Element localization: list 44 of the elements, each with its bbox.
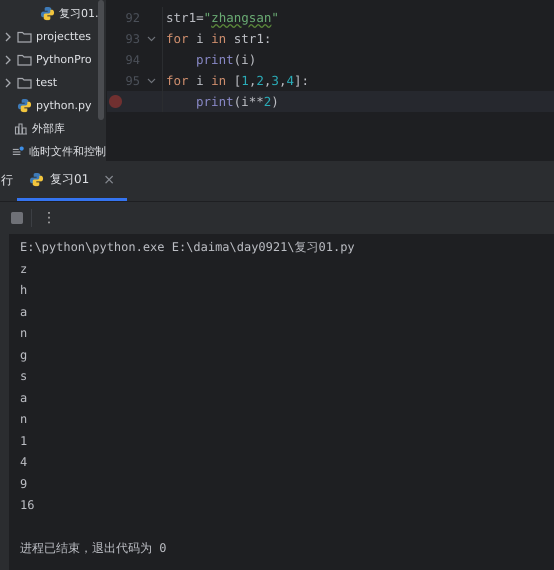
tree-item[interactable]: PythonPro [36, 53, 92, 66]
console-line: h [20, 283, 28, 297]
python-icon [17, 98, 32, 113]
console-line: E:\python\python.exe E:\daima\day0921\复习01.py [20, 240, 355, 254]
run-tab[interactable]: 复习01 × [17, 171, 128, 201]
tree-item[interactable]: 复习01. [59, 6, 98, 21]
tool-window-title: 行 [1, 172, 13, 189]
code-line: for i in [1,2,3,4]: [166, 73, 310, 88]
scratch-list-icon [12, 145, 25, 158]
console-line: n [20, 412, 28, 426]
console-line: a [20, 304, 28, 318]
console-line: n [20, 326, 28, 340]
console-line: 1 [20, 434, 28, 448]
console-line: s [20, 369, 28, 383]
code-line: str1="zhangsan" [166, 10, 279, 25]
chevron-icon[interactable] [4, 78, 12, 88]
folder-icon [17, 30, 32, 43]
tree-item[interactable]: projecttes [36, 30, 91, 43]
code-line: for i in str1: [166, 31, 272, 46]
console-line: g [20, 348, 28, 362]
fold-icon[interactable] [146, 78, 156, 84]
close-icon[interactable]: × [103, 172, 116, 188]
chevron-icon[interactable] [4, 54, 12, 64]
library-icon [14, 122, 28, 135]
folder-icon [17, 76, 32, 89]
console-line: 进程已结束，退出代码为 0 [20, 541, 166, 555]
folder-icon [17, 53, 32, 66]
console-line: 16 [20, 498, 34, 512]
tree-item[interactable]: test [36, 76, 58, 89]
code-line: print(i**2) [196, 94, 279, 109]
chevron-icon[interactable] [4, 32, 12, 42]
more-menu-button[interactable]: ⋮ [42, 210, 56, 226]
tree-item[interactable]: python.py [36, 99, 92, 112]
console-line: a [20, 390, 28, 404]
fold-icon[interactable] [146, 36, 156, 42]
console-line: z [20, 262, 28, 276]
console-line: 4 [20, 455, 28, 469]
code-line: print(i) [196, 52, 256, 67]
python-icon [29, 172, 44, 187]
python-icon [40, 6, 55, 21]
console-line: 9 [20, 476, 28, 490]
tree-item[interactable]: 临时文件和控制 [29, 144, 106, 159]
tree-item[interactable]: 外部库 [32, 121, 65, 136]
scrollbar[interactable] [98, 0, 104, 120]
